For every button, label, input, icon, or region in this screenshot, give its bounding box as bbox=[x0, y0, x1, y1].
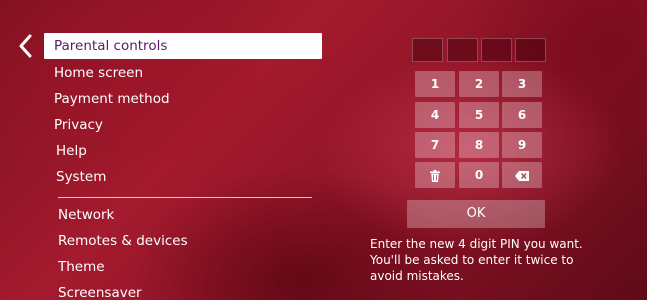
instruction-line: Enter the new 4 digit PIN you want. bbox=[370, 237, 583, 251]
backspace-key[interactable] bbox=[502, 162, 542, 188]
pin-digit-box bbox=[447, 38, 478, 62]
menu-item-label: Home screen bbox=[54, 65, 144, 81]
menu-item-label: Help bbox=[56, 143, 87, 159]
parental-controls-pin-screen: Parental controls Home screen Payment me… bbox=[0, 0, 647, 300]
menu-item-theme[interactable]: Theme bbox=[58, 254, 105, 280]
pin-instructions: Enter the new 4 digit PIN you want. You'… bbox=[370, 236, 610, 284]
key-1[interactable]: 1 bbox=[415, 71, 455, 97]
menu-item-system[interactable]: System bbox=[56, 164, 106, 190]
menu-item-label: Theme bbox=[58, 259, 105, 275]
pin-digit-box bbox=[481, 38, 512, 62]
key-5[interactable]: 5 bbox=[459, 102, 499, 128]
clear-key[interactable] bbox=[415, 162, 455, 188]
menu-item-payment-method[interactable]: Payment method bbox=[54, 86, 170, 112]
key-7[interactable]: 7 bbox=[415, 132, 455, 158]
trash-icon bbox=[430, 168, 440, 182]
menu-item-label: Parental controls bbox=[54, 38, 168, 54]
menu-item-privacy[interactable]: Privacy bbox=[54, 112, 103, 138]
key-9[interactable]: 9 bbox=[502, 132, 542, 158]
menu-item-network[interactable]: Network bbox=[58, 202, 114, 228]
menu-item-label: Privacy bbox=[54, 117, 103, 133]
key-8[interactable]: 8 bbox=[459, 132, 499, 158]
instruction-line: avoid mistakes. bbox=[370, 269, 464, 283]
menu-item-screensaver[interactable]: Screensaver bbox=[58, 280, 142, 300]
menu-item-label: Network bbox=[58, 207, 115, 223]
backspace-icon bbox=[515, 168, 529, 182]
menu-item-label: Remotes & devices bbox=[58, 233, 188, 249]
menu-divider bbox=[58, 197, 312, 198]
pin-digit-box bbox=[515, 38, 546, 62]
pin-keypad: 1 2 3 4 5 6 7 8 9 0 bbox=[413, 71, 545, 191]
pin-display bbox=[412, 38, 546, 62]
menu-item-home-screen[interactable]: Home screen bbox=[54, 60, 143, 86]
menu-item-label: Payment method bbox=[54, 91, 170, 107]
ok-button[interactable]: OK bbox=[407, 200, 545, 228]
key-3[interactable]: 3 bbox=[502, 71, 542, 97]
key-0[interactable]: 0 bbox=[459, 162, 499, 188]
menu-item-parental-controls[interactable]: Parental controls bbox=[44, 33, 322, 59]
key-2[interactable]: 2 bbox=[459, 71, 499, 97]
menu-item-label: System bbox=[56, 169, 107, 185]
key-4[interactable]: 4 bbox=[415, 102, 455, 128]
pin-digit-box bbox=[412, 38, 443, 62]
chevron-left-icon[interactable] bbox=[16, 34, 36, 58]
menu-item-label: Screensaver bbox=[58, 285, 142, 300]
menu-item-help[interactable]: Help bbox=[56, 138, 87, 164]
menu-item-remotes-devices[interactable]: Remotes & devices bbox=[58, 228, 188, 254]
key-6[interactable]: 6 bbox=[502, 102, 542, 128]
instruction-line: You'll be asked to enter it twice to bbox=[370, 253, 574, 267]
